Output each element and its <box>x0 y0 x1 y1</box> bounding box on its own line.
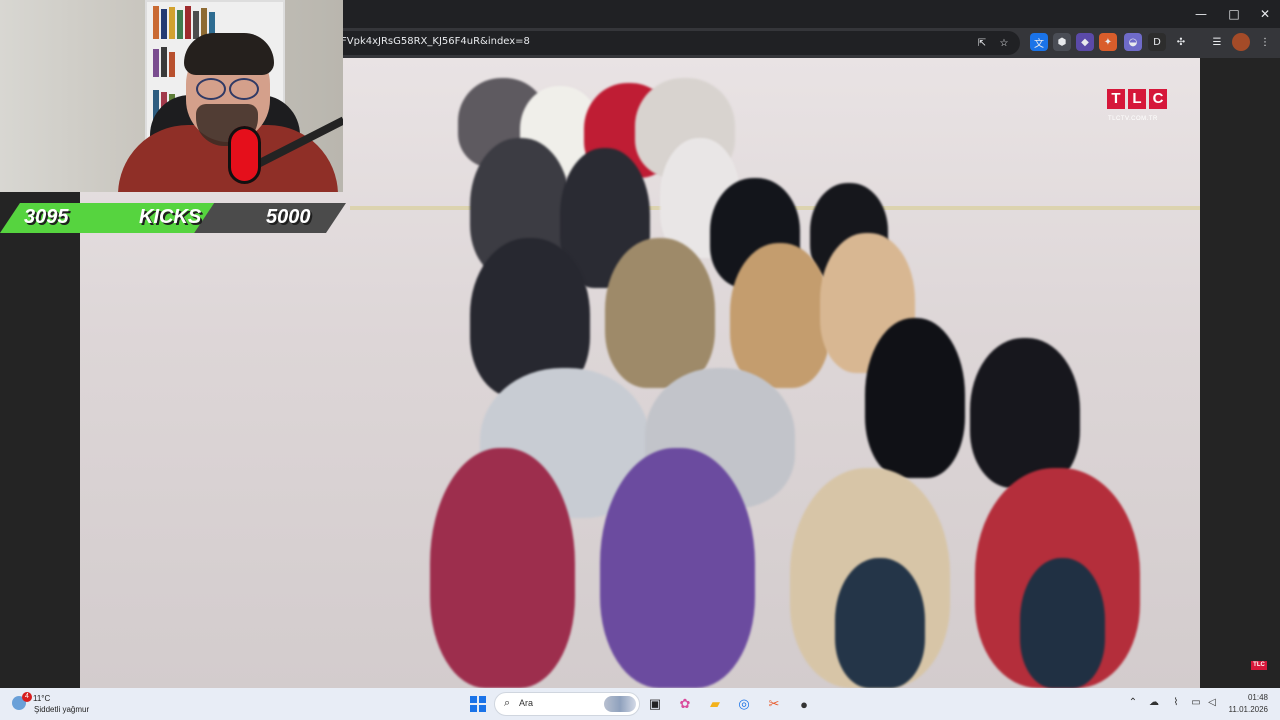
network-icon[interactable]: ▭ <box>1189 696 1203 710</box>
show-hidden-icons-icon[interactable]: ⌃ <box>1126 696 1140 710</box>
search-highlight-image <box>604 696 636 712</box>
goal-label: KICKS <box>139 206 202 228</box>
shoe-line-image <box>380 58 1140 688</box>
weather-widget[interactable]: 4 11°C Şiddetli yağmur <box>12 692 102 716</box>
kicks-goal-bar: 3095 KICKS 5000 <box>0 203 346 233</box>
search-placeholder: Ara <box>519 698 534 708</box>
translate-extension-icon[interactable]: 文 <box>1030 33 1048 51</box>
desktop-screen: { "browser": { "url_text": "FVpk4xJRsG58… <box>0 0 1280 720</box>
glasses-icon <box>194 78 262 102</box>
url-text: FVpk4xJRsG58RX_KJ56F4uR&index=8 <box>341 36 530 47</box>
game-extension-icon[interactable]: ✦ <box>1099 33 1117 51</box>
chrome-icon[interactable]: ◎ <box>733 693 755 715</box>
search-icon: ⌕ <box>504 697 511 709</box>
tlc-letter-c: C <box>1149 89 1167 109</box>
browser-menu-icon[interactable]: ⋮ <box>1256 33 1274 51</box>
extensions-puzzle-icon[interactable]: ✣ <box>1172 33 1190 51</box>
install-app-icon[interactable]: ⇱ <box>973 34 991 52</box>
copilot-icon[interactable]: ✿ <box>674 693 696 715</box>
weather-alert-badge: 4 <box>22 692 32 702</box>
file-explorer-icon[interactable]: ▰ <box>704 693 726 715</box>
snipping-tool-icon[interactable]: ✂ <box>763 693 785 715</box>
volume-icon[interactable]: ◁ <box>1205 696 1219 710</box>
shield-extension-icon[interactable]: ◆ <box>1076 33 1094 51</box>
tlc-corner-logo: TLC <box>1251 661 1267 670</box>
restore-button[interactable]: □ <box>1219 4 1249 24</box>
capsule-extension-icon[interactable]: ◒ <box>1124 33 1142 51</box>
tlc-letter-l: L <box>1128 89 1146 109</box>
goal-target-value: 5000 <box>266 206 311 228</box>
profile-avatar[interactable] <box>1232 33 1250 51</box>
tlc-letter-t: T <box>1107 89 1125 109</box>
webcam-overlay <box>0 0 343 192</box>
clock-time[interactable]: 01:48 <box>1236 693 1268 702</box>
media-controls-icon[interactable]: ☰ <box>1208 33 1226 51</box>
minimize-button[interactable]: — <box>1186 4 1216 24</box>
d-extension-icon[interactable]: D <box>1148 33 1166 51</box>
streamer-hair <box>184 33 274 75</box>
weather-condition: Şiddetli yağmur <box>34 705 90 714</box>
microphone-icon <box>228 126 261 184</box>
task-view-icon[interactable]: ▣ <box>644 693 666 715</box>
onedrive-icon[interactable]: ☁ <box>1147 696 1161 710</box>
video-right-bar <box>1200 58 1280 688</box>
obs-icon[interactable]: ● <box>793 693 815 715</box>
weather-temperature: 11°C <box>33 694 51 703</box>
windows-start-icon[interactable] <box>470 696 486 712</box>
microphone-status-icon[interactable]: ⌇ <box>1169 696 1183 710</box>
taskbar-search-box[interactable]: ⌕ Ara <box>494 692 640 716</box>
close-button[interactable]: ✕ <box>1250 4 1280 24</box>
goal-current-value: 3095 <box>24 206 69 228</box>
tlc-channel-logo: T L C <box>1107 89 1167 109</box>
speed-extension-icon[interactable]: ⬢ <box>1053 33 1071 51</box>
bookmark-star-icon[interactable]: ☆ <box>995 34 1013 52</box>
tlc-channel-url: TLCTV.COM.TR <box>1108 116 1158 122</box>
windows-taskbar: 4 11°C Şiddetli yağmur ⌕ Ara ▣ ✿ ▰ ◎ ✂ ●… <box>0 688 1280 720</box>
clock-date[interactable]: 11.01.2026 <box>1222 705 1268 714</box>
address-bar[interactable]: FVpk4xJRsG58RX_KJ56F4uR&index=8 ⇱ ☆ <box>300 31 1020 55</box>
